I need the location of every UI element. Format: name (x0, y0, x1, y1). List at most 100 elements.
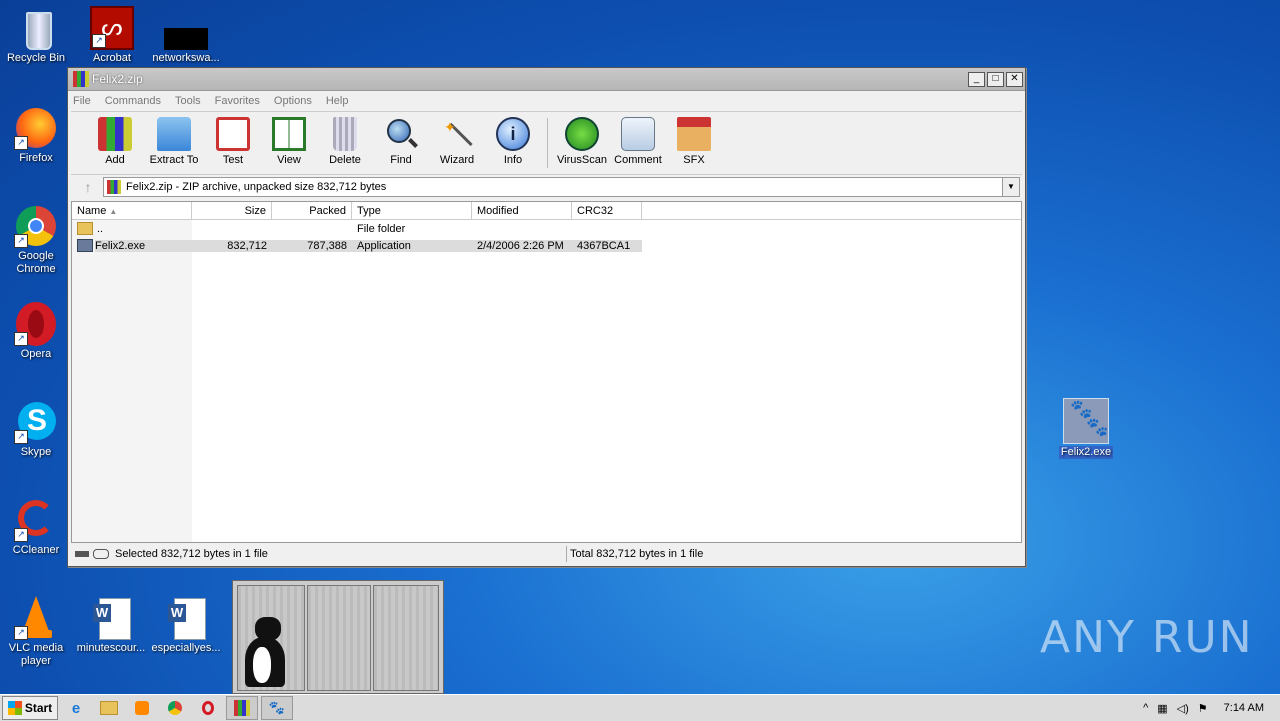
info-button[interactable]: i Info (485, 112, 541, 166)
internet-explorer-icon: e (71, 699, 81, 717)
felix-cabinet-widget[interactable] (232, 580, 444, 694)
shortcut-arrow-icon: ↗ (14, 528, 28, 542)
column-size[interactable]: Size (192, 202, 272, 219)
column-crc32[interactable]: CRC32 (572, 202, 642, 219)
cabinet-door (307, 585, 371, 691)
sfx-icon (677, 117, 711, 151)
comment-button[interactable]: Comment (610, 112, 666, 166)
desktop-icon-especiallyes[interactable]: W especiallyes... (150, 596, 222, 655)
up-arrow-icon[interactable]: ↑ (73, 179, 103, 195)
column-packed[interactable]: Packed (272, 202, 352, 219)
recycle-bin-icon (14, 6, 58, 50)
info-icon: i (496, 117, 530, 151)
taskbar-chrome[interactable] (160, 697, 190, 719)
taskbar-media-player[interactable] (127, 697, 157, 719)
start-button[interactable]: Start (2, 696, 58, 720)
test-clipboard-icon (216, 117, 250, 151)
menu-file[interactable]: File (73, 95, 91, 107)
chrome-icon (168, 701, 182, 715)
window-titlebar[interactable]: Felix2.zip _ □ ✕ (68, 68, 1025, 91)
find-button[interactable]: Find (373, 112, 429, 166)
menu-tools[interactable]: Tools (175, 95, 201, 107)
shortcut-arrow-icon: ↗ (92, 34, 106, 48)
menu-favorites[interactable]: Favorites (215, 95, 260, 107)
virusscan-icon (565, 117, 599, 151)
desktop-icon-chrome[interactable]: ↗ Google Chrome (0, 204, 72, 276)
clock[interactable]: 7:14 AM (1224, 702, 1264, 714)
opera-icon (202, 701, 214, 715)
find-magnifier-icon (384, 117, 418, 151)
maximize-button[interactable]: □ (987, 71, 1004, 87)
taskbar-felix[interactable]: 🐾 (261, 696, 293, 720)
address-bar: ↑ Felix2.zip - ZIP archive, unpacked siz… (68, 175, 1025, 199)
shortcut-arrow-icon: ↗ (14, 430, 28, 444)
menu-commands[interactable]: Commands (105, 95, 161, 107)
desktop-icon-firefox[interactable]: ↗ Firefox (0, 106, 72, 165)
test-button[interactable]: Test (205, 112, 261, 166)
acrobat-icon: ᔕ ↗ (90, 6, 134, 50)
key-icon (93, 549, 109, 559)
chevron-down-icon[interactable]: ▼ (1002, 178, 1019, 196)
file-list[interactable]: Name ▲ Size Packed Type Modified CRC32 .… (71, 201, 1022, 543)
taskbar-opera[interactable] (193, 697, 223, 719)
desktop-icon-felix2-exe[interactable]: 🐾 🐾 Felix2.exe (1050, 398, 1122, 463)
add-button[interactable]: Add (87, 112, 143, 166)
desktop-icon-ccleaner[interactable]: ↗ CCleaner (0, 498, 72, 557)
list-item[interactable]: .. File folder (72, 220, 1021, 237)
sort-up-icon: ▲ (109, 207, 118, 216)
delete-button[interactable]: Delete (317, 112, 373, 166)
close-button[interactable]: ✕ (1006, 71, 1023, 87)
flag-icon[interactable]: ⚑ (1198, 702, 1208, 715)
shortcut-arrow-icon: ↗ (14, 234, 28, 248)
desktop-icon-minutescour[interactable]: W minutescour... (75, 596, 147, 655)
column-name[interactable]: Name ▲ (72, 202, 192, 219)
comment-icon (621, 117, 655, 151)
shortcut-arrow-icon: ↗ (14, 332, 28, 346)
black-file-icon (164, 6, 208, 50)
speaker-icon[interactable]: ◁) (1177, 702, 1189, 715)
windows-logo-icon (7, 701, 22, 715)
minimize-button[interactable]: _ (968, 71, 985, 87)
chevron-up-icon[interactable]: ^ (1143, 702, 1148, 714)
archive-window[interactable]: Felix2.zip _ □ ✕ File Commands Tools Fav… (67, 67, 1026, 567)
felix-paw-icon: 🐾 (268, 700, 286, 715)
status-bar: Selected 832,712 bytes in 1 file Total 8… (71, 545, 1020, 563)
taskbar-ie[interactable]: e (61, 697, 91, 719)
add-archive-icon (98, 117, 132, 151)
folder-icon (77, 222, 93, 235)
word-doc-icon: W (164, 596, 208, 640)
list-item[interactable]: Felix2.exe 832,712 787,388 Application 2… (72, 237, 1021, 254)
virusscan-button[interactable]: VirusScan (554, 112, 610, 166)
taskbar-explorer[interactable] (94, 697, 124, 719)
shortcut-arrow-icon: ↗ (14, 136, 28, 150)
skype-icon: S ↗ (14, 400, 58, 444)
menu-help[interactable]: Help (326, 95, 349, 107)
status-total: Total 832,712 bytes in 1 file (570, 548, 704, 560)
cabinet-door (373, 585, 439, 691)
cat-icon (245, 617, 289, 689)
desktop-icon-skype[interactable]: S ↗ Skype (0, 400, 72, 459)
list-header: Name ▲ Size Packed Type Modified CRC32 (72, 202, 1021, 220)
column-modified[interactable]: Modified (472, 202, 572, 219)
taskbar-winrar[interactable] (226, 696, 258, 720)
extract-to-button[interactable]: Extract To (143, 112, 205, 166)
anyrun-watermark: ANY RUN (1040, 612, 1254, 663)
menu-options[interactable]: Options (274, 95, 312, 107)
desktop-icon-recycle-bin[interactable]: Recycle Bin (0, 6, 72, 65)
desktop-icon-networkswa[interactable]: networkswa... (150, 6, 222, 65)
view-book-icon (272, 117, 306, 151)
column-type[interactable]: Type (352, 202, 472, 219)
desktop-icon-vlc[interactable]: ↗ VLC media player (0, 596, 72, 668)
network-icon[interactable]: ▦ (1157, 702, 1167, 715)
desktop-icon-acrobat[interactable]: ᔕ ↗ Acrobat (76, 6, 148, 65)
taskbar: Start e 🐾 ^ ▦ ◁) ⚑ 7:14 AM (0, 694, 1280, 721)
archive-app-icon (234, 700, 250, 716)
wizard-button[interactable]: ✦ Wizard (429, 112, 485, 166)
shortcut-arrow-icon: ↗ (14, 626, 28, 640)
desktop-icon-opera[interactable]: ↗ Opera (0, 302, 72, 361)
sfx-button[interactable]: SFX (666, 112, 722, 166)
view-button[interactable]: View (261, 112, 317, 166)
toolbar: Add Extract To Test View Delete Find ✦ W… (71, 111, 1022, 175)
delete-trash-icon (333, 117, 357, 151)
address-field[interactable]: Felix2.zip - ZIP archive, unpacked size … (103, 177, 1020, 197)
